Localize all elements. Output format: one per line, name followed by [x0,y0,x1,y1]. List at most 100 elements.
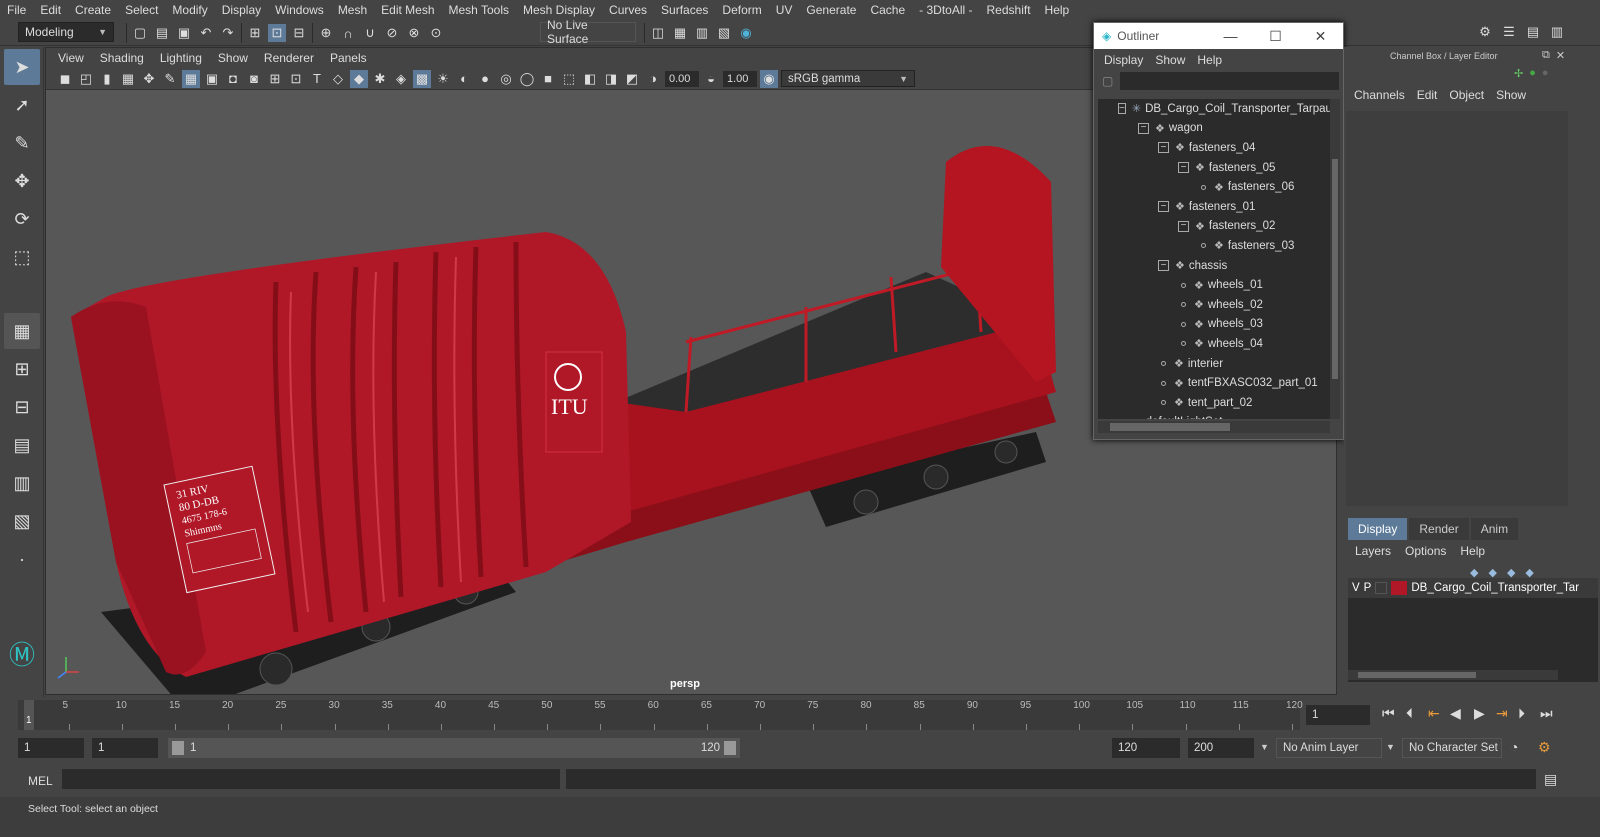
script-editor-icon[interactable]: ▤ [1544,771,1557,788]
scroll-thumb[interactable] [1110,423,1230,431]
scale-tool-icon[interactable]: ⬚ [4,239,40,275]
range-slider[interactable]: 1 120 [168,738,740,758]
lasso-tool-icon[interactable]: ➚ [4,87,40,123]
snap-live-icon[interactable]: ⊙ [427,24,445,42]
menu-help[interactable]: Help [1038,3,1077,17]
chevron-down-icon[interactable]: ▼ [1386,742,1395,752]
outliner-item[interactable]: ❖ wheels_01 [1098,275,1330,295]
layer-list[interactable]: V P DB_Cargo_Coil_Transporter_Tar [1348,578,1598,682]
outliner-titlebar[interactable]: ◈ Outliner — ☐ ✕ [1094,23,1343,49]
outliner-item[interactable]: ❖ tent_part_02 [1098,393,1330,413]
isolate-select-icon[interactable]: ⬚ [560,70,578,88]
outliner-item[interactable]: − ✳ DB_Cargo_Coil_Transporter_Tarpau [1098,99,1330,119]
persp-outliner-icon[interactable]: ▤ [4,427,40,463]
layout-more-icon[interactable]: · [4,541,40,577]
select-tool-icon[interactable]: ➤ [4,49,40,85]
range-handle-end[interactable] [724,741,736,755]
menu-redshift[interactable]: Redshift [980,3,1038,17]
minimize-icon[interactable]: — [1208,28,1253,45]
move-axis-icon[interactable]: ✢ [1514,67,1523,80]
snap-point-icon[interactable]: ∪ [361,24,379,42]
scene-start-field[interactable]: 1 [18,738,84,758]
play-backward-icon[interactable]: ◀ [1450,705,1461,722]
outliner-horizontal-scrollbar[interactable] [1098,421,1330,433]
go-to-start-icon[interactable]: ⏮ [1382,705,1395,722]
step-forward-key-icon[interactable]: ⇥ [1496,705,1508,722]
motion-blur-icon[interactable]: ◎ [497,70,515,88]
hypershade-icon[interactable]: ◉ [737,24,755,42]
exposure-field[interactable]: 0.00 [665,70,699,87]
field-chart-icon[interactable]: ⊞ [266,70,284,88]
layer-menu-help[interactable]: Help [1453,544,1492,558]
new-scene-icon[interactable]: ▢ [131,24,149,42]
channel-menu-edit[interactable]: Edit [1411,88,1444,102]
smooth-shade-icon[interactable]: ◆ [350,69,368,88]
menu-display[interactable]: Display [215,3,268,17]
channel-menu-object[interactable]: Object [1443,88,1490,102]
menu-deform[interactable]: Deform [715,3,768,17]
resolution-gate-icon[interactable]: ◘ [224,70,242,88]
snap-curve-icon[interactable]: ∩ [339,24,357,42]
mel-input[interactable] [62,769,560,789]
time-slider-track[interactable]: 1 5 10 15 20 25 30 35 40 45 50 55 60 65 70 75 80 85 90 95 1… [18,700,1303,730]
exposure-icon[interactable]: ◑ [644,70,662,88]
safe-title-icon[interactable]: T [308,70,326,88]
wireframe-icon[interactable]: ◇ [329,70,347,88]
menu-select[interactable]: Select [118,3,165,17]
outliner-item[interactable]: − ❖ chassis [1098,256,1330,276]
outliner-item[interactable]: − ❖ fasteners_04 [1098,138,1330,158]
mel-label[interactable]: MEL [28,774,53,788]
viewport-menu-view[interactable]: View [50,51,92,65]
grid-icon[interactable]: ▦ [182,69,200,88]
close-icon[interactable]: ✕ [1556,49,1565,62]
rotate-tool-icon[interactable]: ⟳ [4,201,40,237]
render-frame-icon[interactable]: ▦ [671,24,689,42]
undo-icon[interactable]: ↶ [197,24,215,42]
menu-edit[interactable]: Edit [33,3,68,17]
channel-box-icon[interactable]: ▥ [1548,23,1566,41]
wire-on-shaded-icon[interactable]: ◈ [392,70,410,88]
single-view-icon[interactable]: ▦ [4,313,40,349]
outliner-item[interactable]: − ❖ fasteners_05 [1098,158,1330,178]
two-d-pan-icon[interactable]: ✥ [140,70,158,88]
outliner-search-input[interactable] [1120,72,1339,90]
gamma-icon[interactable]: ◒ [702,70,720,88]
outliner-item[interactable]: ❖ wheels_04 [1098,334,1330,354]
color-space-dropdown[interactable]: sRGB gamma ▼ [781,70,915,87]
ambient-occlusion-icon[interactable]: ● [476,70,494,88]
menu-windows[interactable]: Windows [268,3,331,17]
snap-surface-icon[interactable]: ⊗ [405,24,423,42]
outliner-item[interactable]: ❖ wheels_02 [1098,295,1330,315]
menu-cache[interactable]: Cache [863,3,912,17]
select-object-icon[interactable]: ⊡ [268,24,286,42]
outliner-item[interactable]: ❖ wheels_03 [1098,315,1330,335]
auto-key-icon[interactable]: ◔ [1510,739,1518,755]
render-view-icon[interactable]: ◫ [649,24,667,42]
textured-icon[interactable]: ▩ [413,69,431,88]
animation-preferences-icon[interactable]: ⚙ [1538,739,1551,756]
current-frame-field[interactable]: 1 [1306,705,1370,725]
playback-start-field[interactable]: 1 [92,738,158,758]
depth-of-field-icon[interactable]: ■ [539,70,557,88]
outliner-item[interactable]: − ❖ fasteners_02 [1098,217,1330,237]
tab-display[interactable]: Display [1348,518,1408,540]
layer-menu-layers[interactable]: Layers [1348,544,1398,558]
outliner-item[interactable]: − ❖ wagon [1098,119,1330,139]
layer-horizontal-scrollbar[interactable] [1348,670,1558,680]
viewport-menu-renderer[interactable]: Renderer [256,51,322,65]
menu-mesh-display[interactable]: Mesh Display [516,3,602,17]
anim-layer-dropdown[interactable]: No Anim Layer [1276,738,1382,758]
collapse-icon[interactable]: − [1178,220,1189,232]
mode-dropdown[interactable]: Modeling ▼ [18,22,114,42]
range-handle-start[interactable] [172,741,184,755]
film-gate-icon[interactable]: ▣ [203,70,221,88]
antialias-icon[interactable]: ◯ [518,70,536,88]
snap-grid-icon[interactable]: ⊕ [317,24,335,42]
float-icon[interactable]: ⧉ [1542,49,1550,62]
channel-menu-channels[interactable]: Channels [1348,88,1411,102]
close-icon[interactable]: ✕ [1298,28,1343,45]
outliner-item[interactable]: − ❖ fasteners_01 [1098,197,1330,217]
two-view-icon[interactable]: ⊟ [4,389,40,425]
snap-view-icon[interactable]: ⊘ [383,24,401,42]
menu-file[interactable]: File [0,3,33,17]
